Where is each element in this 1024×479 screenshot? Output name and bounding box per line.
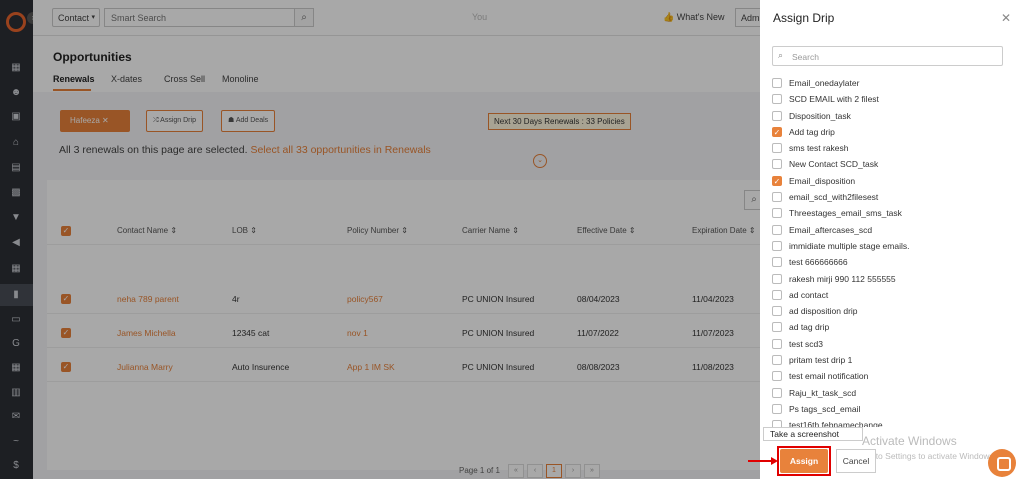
drip-checkbox[interactable]: [772, 257, 782, 268]
drip-list-item[interactable]: SCD EMAIL with 2 filest: [772, 91, 1012, 107]
drip-checkbox[interactable]: [772, 192, 782, 203]
drip-list-item[interactable]: ✓ Email_disposition: [772, 173, 1012, 189]
drip-checkbox[interactable]: [772, 208, 782, 219]
annotation-highlight-box: [777, 446, 831, 476]
drip-checkbox[interactable]: ✓: [772, 126, 782, 137]
drip-list-item[interactable]: test email notification: [772, 368, 1012, 384]
close-icon[interactable]: ✕: [1001, 11, 1011, 25]
drip-list-item[interactable]: rakesh mirji 990 112 555555: [772, 271, 1012, 287]
drawer-title: Assign Drip: [773, 11, 835, 25]
drip-list-item[interactable]: test 666666666: [772, 254, 1012, 270]
drip-label: New Contact SCD_task: [789, 159, 879, 170]
drip-list-item[interactable]: Email_onedaylater: [772, 75, 1012, 91]
drip-label: sms test rakesh: [789, 143, 849, 154]
search-placeholder: Search: [792, 52, 819, 62]
drip-checkbox[interactable]: [772, 338, 782, 349]
drip-checkbox[interactable]: [772, 78, 782, 88]
drip-checkbox[interactable]: [772, 387, 782, 398]
drip-checkbox[interactable]: [772, 403, 782, 414]
drip-list-item[interactable]: ad contact: [772, 287, 1012, 303]
drip-list-item[interactable]: email_scd_with2filesest: [772, 189, 1012, 205]
drip-list-item[interactable]: Threestages_email_sms_task: [772, 205, 1012, 221]
drip-label: ad tag drip: [789, 322, 830, 333]
drip-list-item[interactable]: pritam test drip 1: [772, 352, 1012, 368]
assign-drip-drawer: Assign Drip ✕ ⌕ Search Email_onedaylater…: [760, 0, 1024, 479]
drip-list-item[interactable]: Email_aftercases_scd: [772, 222, 1012, 238]
drip-label: rakesh mirji 990 112 555555: [789, 273, 896, 284]
drip-list-item[interactable]: Raju_kt_task_scd: [772, 385, 1012, 401]
drip-checkbox[interactable]: [772, 371, 782, 382]
drip-checkbox[interactable]: [772, 420, 782, 427]
drip-label: Email_disposition: [789, 175, 856, 186]
drip-checkbox[interactable]: [772, 289, 782, 300]
drip-list: Email_onedaylater SCD EMAIL with 2 filest…: [772, 75, 1012, 427]
drip-label: test16th febnamechange: [789, 420, 883, 427]
drip-label: SCD EMAIL with 2 filest: [789, 94, 879, 105]
drip-label: Email_onedaylater: [789, 78, 860, 88]
drip-list-item[interactable]: ad disposition drip: [772, 303, 1012, 319]
drip-checkbox[interactable]: [772, 240, 782, 251]
windows-watermark-sub: Go to Settings to activate Windows.: [862, 451, 997, 461]
drip-checkbox[interactable]: [772, 143, 782, 154]
drip-label: immidiate multiple stage emails.: [789, 240, 910, 251]
drip-list-item[interactable]: sms test rakesh: [772, 140, 1012, 156]
drip-checkbox[interactable]: ✓: [772, 175, 782, 186]
drip-label: test scd3: [789, 338, 824, 349]
drip-label: test email notification: [789, 371, 869, 382]
drip-label: Add tag drip: [789, 126, 835, 137]
drip-checkbox[interactable]: [772, 110, 782, 121]
screenshot-tooltip: Take a screenshot: [763, 427, 863, 441]
drip-list-item[interactable]: Ps tags_scd_email: [772, 401, 1012, 417]
drip-checkbox[interactable]: [772, 355, 782, 366]
drip-checkbox[interactable]: [772, 306, 782, 317]
drip-list-item[interactable]: ad tag drip: [772, 319, 1012, 335]
drip-list-item[interactable]: test16th febnamechange: [772, 417, 1012, 427]
drip-checkbox[interactable]: [772, 224, 782, 235]
chat-icon[interactable]: [988, 449, 1016, 477]
drip-label: pritam test drip 1: [789, 355, 853, 366]
drip-checkbox[interactable]: [772, 322, 782, 333]
drip-label: Threestages_email_sms_task: [789, 208, 902, 219]
drip-label: Email_aftercases_scd: [789, 224, 873, 235]
drip-label: Ps tags_scd_email: [789, 403, 861, 414]
drip-label: test 666666666: [789, 257, 848, 268]
drip-label: ad contact: [789, 289, 829, 300]
drip-list-item[interactable]: Disposition_task: [772, 108, 1012, 124]
drip-checkbox[interactable]: [772, 159, 782, 170]
drip-list-item[interactable]: immidiate multiple stage emails.: [772, 238, 1012, 254]
drip-label: email_scd_with2filesest: [789, 192, 879, 203]
drip-checkbox[interactable]: [772, 273, 782, 284]
cancel-button[interactable]: Cancel: [836, 449, 876, 473]
drip-list-item[interactable]: New Contact SCD_task: [772, 156, 1012, 172]
search-icon: ⌕: [778, 50, 784, 60]
drip-checkbox[interactable]: [772, 94, 782, 105]
drip-label: ad disposition drip: [789, 306, 858, 317]
drip-list-item[interactable]: ✓ Add tag drip: [772, 124, 1012, 140]
drip-search-input[interactable]: ⌕ Search: [772, 46, 1003, 66]
drip-label: Raju_kt_task_scd: [789, 387, 857, 398]
windows-watermark: Activate Windows: [862, 434, 957, 448]
drip-label: Disposition_task: [789, 110, 851, 121]
drip-list-item[interactable]: test scd3: [772, 336, 1012, 352]
